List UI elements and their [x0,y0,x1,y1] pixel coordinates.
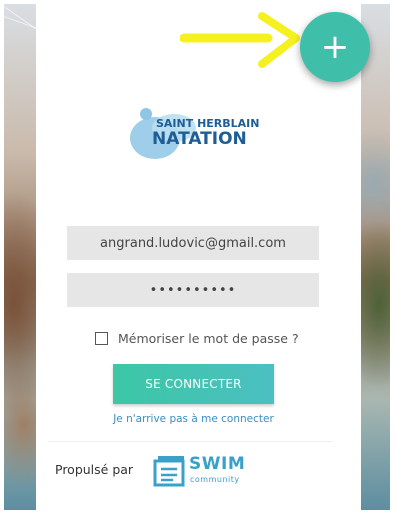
divider [48,441,333,442]
email-field[interactable]: angrand.ludovic@gmail.com [67,226,319,260]
swim-wordmark: SWIM [189,454,246,474]
powered-by-label: Propulsé par [55,462,134,477]
remember-me-checkbox[interactable] [95,332,108,345]
swim-subtitle: community [190,475,240,484]
add-button[interactable]: + [300,12,370,82]
plus-icon: + [320,27,350,67]
password-field[interactable]: •••••••••• [67,273,319,307]
login-button[interactable]: SE CONNECTER [113,364,274,404]
yellow-arrow-annotation [180,12,300,68]
remember-me-row[interactable]: Mémoriser le mot de passe ? [95,331,299,346]
forgot-login-link[interactable]: Je n'arrive pas à me connecter [113,413,274,425]
club-logo: SAINT HERBLAIN NATATION [130,108,259,159]
remember-me-label: Mémoriser le mot de passe ? [118,331,299,346]
logo-text-line2: NATATION [152,129,247,149]
